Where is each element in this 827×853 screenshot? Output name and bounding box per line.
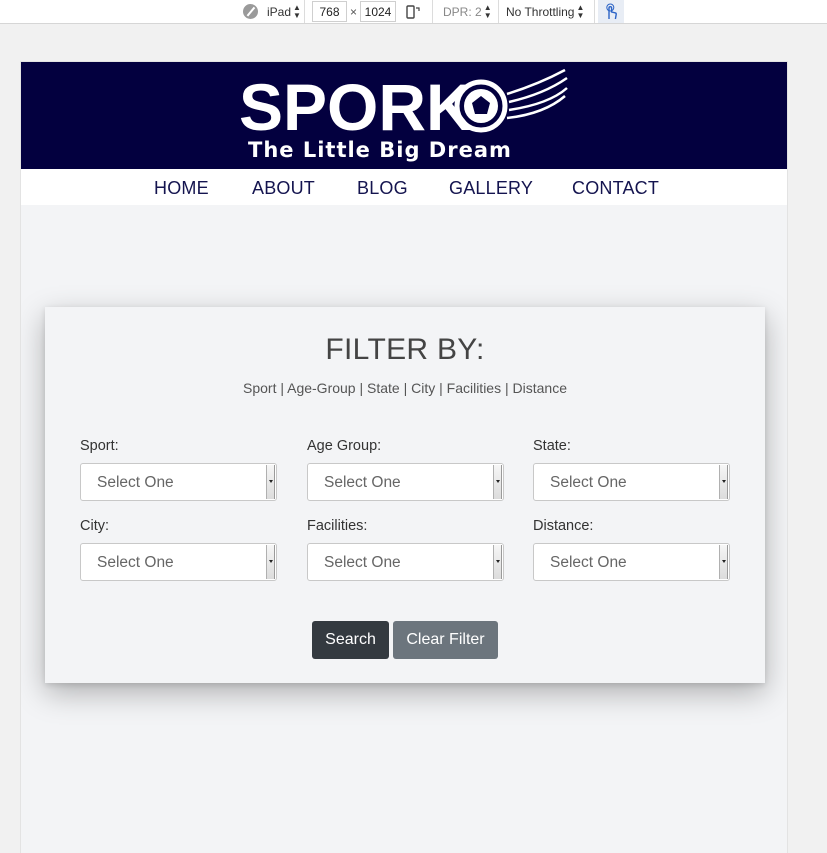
age-group-label: Age Group: (307, 438, 382, 454)
rotate-icon[interactable] (405, 0, 423, 23)
nav-home[interactable]: HOME (154, 178, 209, 199)
city-select-value: Select One (97, 554, 174, 571)
sport-label: Sport: (80, 438, 119, 454)
divider (304, 0, 305, 23)
filter-subtitle: Sport | Age-Group | State | City | Facil… (243, 380, 567, 396)
throttling-selector[interactable]: No Throttling ▲ ▼ (506, 0, 584, 23)
state-select[interactable]: Select One (533, 463, 730, 501)
city-label: City: (80, 518, 109, 534)
distance-select-value: Select One (550, 554, 627, 571)
dropdown-arrow-icon (266, 465, 275, 499)
nav-gallery[interactable]: GALLERY (449, 178, 533, 199)
updown-icon: ▲ ▼ (483, 2, 492, 20)
dpr-label: DPR: 2 (443, 4, 482, 19)
throttling-label: No Throttling (506, 4, 575, 19)
facilities-select-value: Select One (324, 554, 401, 571)
facilities-label: Facilities: (307, 518, 368, 534)
sport-select[interactable]: Select One (80, 463, 277, 501)
filter-title: FILTER BY: (325, 333, 485, 366)
no-entry-icon (243, 0, 258, 23)
touch-icon[interactable] (598, 0, 624, 23)
nav-about[interactable]: ABOUT (252, 178, 315, 199)
divider (498, 0, 499, 23)
distance-label: Distance: (533, 518, 594, 534)
updown-icon: ▲ ▼ (293, 2, 301, 20)
height-input[interactable]: 1024 (360, 1, 396, 22)
facilities-select[interactable]: Select One (307, 543, 504, 581)
distance-select[interactable]: Select One (533, 543, 730, 581)
width-input[interactable]: 768 (312, 1, 347, 22)
state-label: State: (533, 438, 571, 454)
logo-tagline: The Little Big Dream (248, 138, 512, 162)
sporko-logo[interactable]: SPORK The Little Big Dream (239, 66, 569, 164)
header-banner: SPORK The Little Big Dream (21, 62, 787, 169)
state-select-value: Select One (550, 474, 627, 491)
search-button[interactable]: Search (312, 621, 389, 659)
dropdown-arrow-icon (266, 545, 275, 579)
divider (432, 0, 433, 23)
clear-filter-button[interactable]: Clear Filter (393, 621, 498, 659)
page-viewport: SPORK The Little Big Dream HOME ABOUT BL… (20, 61, 788, 853)
soccer-ball-icon (454, 79, 508, 133)
main-nav: HOME ABOUT BLOG GALLERY CONTACT (21, 169, 787, 205)
dropdown-arrow-icon (719, 545, 728, 579)
nav-contact[interactable]: CONTACT (572, 178, 659, 199)
dropdown-arrow-icon (493, 465, 502, 499)
updown-icon: ▲ ▼ (576, 2, 585, 20)
times-sign: × (350, 4, 358, 19)
age-group-select-value: Select One (324, 474, 401, 491)
logo-text: SPORK (239, 70, 474, 144)
age-group-select[interactable]: Select One (307, 463, 504, 501)
sport-select-value: Select One (97, 474, 174, 491)
devtools-device-toolbar: iPad ▲ ▼ 768 × 1024 DPR: 2 ▲ ▼ No Throttli… (0, 0, 827, 24)
filter-card: FILTER BY: Sport | Age-Group | State | C… (45, 307, 765, 683)
city-select[interactable]: Select One (80, 543, 277, 581)
dropdown-arrow-icon (493, 545, 502, 579)
dropdown-arrow-icon (719, 465, 728, 499)
device-selector[interactable]: iPad ▲ ▼ (267, 0, 301, 23)
divider (594, 0, 595, 23)
nav-blog[interactable]: BLOG (357, 178, 408, 199)
device-name: iPad (267, 4, 292, 19)
dpr-selector[interactable]: DPR: 2 ▲ ▼ (443, 0, 492, 23)
